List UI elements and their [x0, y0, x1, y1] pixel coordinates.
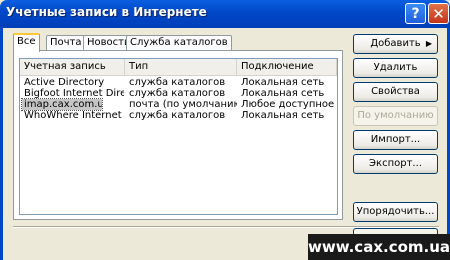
accounts-list[interactable]: Учетная запись Тип Подключение Active Di…	[19, 58, 338, 215]
add-button[interactable]: Добавить ▶	[353, 34, 438, 54]
account-connection: Локальная сеть	[241, 77, 325, 88]
account-type: почта (по умолчанию)	[129, 99, 237, 110]
tab-mail[interactable]: Почта	[46, 35, 86, 50]
export-button[interactable]: Экспорт...	[353, 154, 438, 174]
column-header-type[interactable]: Тип	[125, 59, 237, 75]
list-item[interactable]: Active Directory служба каталогов Локаль…	[20, 77, 337, 88]
account-type: служба каталогов	[129, 77, 226, 88]
help-icon[interactable]: ?	[405, 3, 426, 24]
account-name: Bigfoot Internet Directo...	[24, 88, 124, 99]
watermark: www.cax.com.ua	[308, 234, 450, 260]
title-bar: Учетные записи в Интернете ? ✕	[0, 0, 450, 28]
tab-all[interactable]: Все	[13, 33, 40, 52]
order-button[interactable]: Упорядочить...	[353, 202, 438, 222]
column-header-connection[interactable]: Подключение	[237, 59, 337, 75]
list-header: Учетная запись Тип Подключение	[20, 59, 337, 76]
delete-button[interactable]: Удалить	[353, 58, 438, 78]
tab-panel: Учетная запись Тип Подключение Active Di…	[13, 50, 343, 220]
list-item[interactable]: Bigfoot Internet Directo... служба катал…	[20, 88, 337, 99]
column-header-account[interactable]: Учетная запись	[20, 59, 125, 75]
chevron-right-icon: ▶	[425, 39, 432, 48]
window-title: Учетные записи в Интернете	[6, 5, 207, 19]
account-type: служба каталогов	[129, 88, 226, 99]
account-connection: Локальная сеть	[241, 110, 325, 121]
close-icon[interactable]: ✕	[428, 3, 449, 24]
account-type: служба каталогов	[129, 110, 226, 121]
account-name: WhoWhere Internet Dir...	[24, 110, 124, 121]
account-connection: Локальная сеть	[241, 88, 325, 99]
account-name: Active Directory	[24, 77, 105, 88]
tab-directory-service[interactable]: Служба каталогов	[126, 35, 232, 50]
list-item[interactable]: WhoWhere Internet Dir... служба каталого…	[20, 110, 337, 121]
import-button[interactable]: Импорт...	[353, 130, 438, 150]
set-default-button[interactable]: По умолчанию	[353, 106, 438, 126]
properties-button[interactable]: Свойства	[353, 82, 438, 102]
list-item-selected[interactable]: imap.cax.com.ua почта (по умолчанию) Люб…	[20, 98, 337, 111]
account-name: imap.cax.com.ua	[21, 98, 103, 111]
account-connection: Любое доступное	[241, 99, 335, 110]
add-button-label: Добавить	[370, 38, 421, 49]
